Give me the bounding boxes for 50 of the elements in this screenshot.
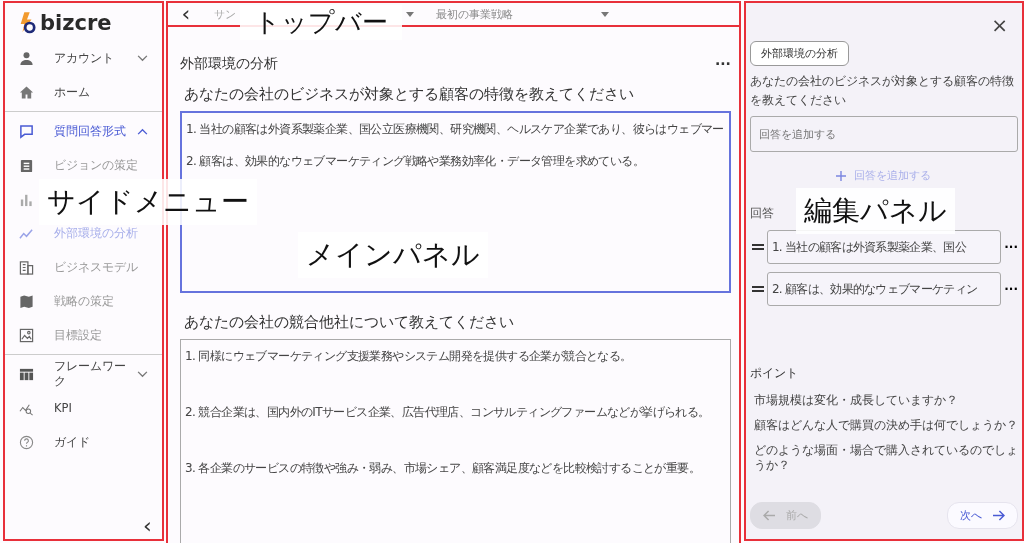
- point-item: 市場規模は変化・成長していますか？: [752, 393, 959, 408]
- point-item: 顧客はどんな人で購買の決め手は何でしょうか？: [752, 418, 1018, 433]
- annotation-label: サイドメニュー: [39, 179, 257, 225]
- sidebar-item[interactable]: アカウント: [5, 41, 162, 75]
- help-icon: [19, 434, 34, 450]
- next-button[interactable]: 次へ: [947, 502, 1018, 529]
- building-icon: [19, 259, 34, 275]
- map-icon: [19, 293, 34, 309]
- annotation-label: トップバー: [239, 5, 402, 40]
- answer-input[interactable]: 回答を追加する: [749, 116, 1018, 152]
- drag-handle-icon[interactable]: [751, 244, 764, 250]
- section-title: 外部環境の分析: [179, 55, 278, 73]
- arrow-left-icon: [762, 510, 776, 521]
- more-button[interactable]: ···: [1004, 240, 1018, 254]
- more-button[interactable]: ···: [1004, 282, 1018, 296]
- caret-icon: [405, 11, 414, 17]
- annotation-label: メインパネル: [297, 232, 488, 278]
- close-button[interactable]: ×: [991, 13, 1008, 37]
- clipboard-icon: [19, 157, 34, 173]
- annotation-label: 編集パネル: [795, 188, 955, 234]
- more-button[interactable]: ···: [714, 56, 731, 72]
- point-item: どのような場面・場合で購入されているのでしょうか？: [752, 443, 1018, 473]
- points-heading: ポイント: [749, 365, 799, 382]
- drag-handle-icon[interactable]: [751, 286, 764, 292]
- frame-icon: [19, 366, 34, 382]
- image-icon: [19, 327, 34, 343]
- question-text: あなたの会社のビジネスが対象とする顧客の特徴を教えてください: [183, 85, 635, 104]
- arrow-right-icon: [992, 510, 1005, 521]
- sidebar-item[interactable]: ガイド: [5, 425, 162, 459]
- sidebar-item[interactable]: 質問回答形式: [5, 114, 162, 148]
- sidebar-item[interactable]: フレームワーク: [5, 357, 162, 391]
- sidebar-item[interactable]: KPI: [5, 391, 162, 425]
- back-button[interactable]: ‹: [167, 3, 204, 25]
- question-text: あなたの会社の競合他社について教えてください: [183, 313, 515, 332]
- bolt-logo-icon: [18, 12, 36, 34]
- answer-card[interactable]: 2. 顧客は、効果的なウェブマーケティン: [766, 272, 1002, 306]
- answer-box[interactable]: 1. 同様にウェブマーケティング支援業務やシステム開発を提供する企業が競合となる。 2. 競合企業は、国内外のITサービス企業、広告代理店、コンサルティングファームなどが挙げられる。 3. 各企業のサービスの特徴や強み・弱み、市場シェア、顧客満足度などを比較検討することが重要。: [179, 339, 731, 543]
- logo-text: bizcre: [40, 11, 112, 35]
- collapse-button[interactable]: ‹: [143, 515, 152, 537]
- answer-card[interactable]: 1. 当社の顧客は外資系製薬企業、国公: [766, 230, 1002, 264]
- plus-icon: [836, 170, 847, 181]
- dropdown[interactable]: 最初の事業戦略: [435, 6, 513, 22]
- answers-label: 回答: [749, 205, 774, 222]
- caret-icon: [600, 11, 609, 17]
- person-icon: [19, 50, 34, 66]
- chat-icon: [19, 123, 34, 139]
- home-icon: [19, 84, 34, 100]
- category-tag: 外部環境の分析: [749, 41, 849, 66]
- sidebar-item[interactable]: ホーム: [5, 75, 162, 109]
- question-text: あなたの会社のビジネスが対象とする顧客の特徴を教えてください: [749, 73, 1015, 109]
